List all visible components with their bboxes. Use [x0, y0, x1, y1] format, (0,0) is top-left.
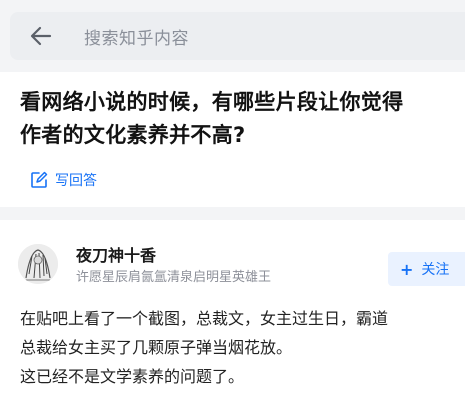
- answer-body[interactable]: 在贴吧上看了一个截图，总裁文，女主过生日，霸道 总裁给女主买了几颗原子弹当烟花放…: [20, 304, 465, 391]
- write-answer-button[interactable]: 写回答: [30, 170, 97, 190]
- question-title-line-1: 看网络小说的时候，有哪些片段让你觉得: [20, 90, 404, 114]
- search-input[interactable]: 搜索知乎内容: [84, 24, 189, 49]
- search-bar[interactable]: 搜索知乎内容: [10, 12, 465, 60]
- follow-label: 关注: [421, 262, 450, 278]
- avatar[interactable]: [18, 244, 58, 284]
- question-title[interactable]: 看网络小说的时候，有哪些片段让你觉得 作者的文化素养并不高?: [20, 86, 465, 152]
- answer-line-1: 在贴吧上看了一个截图，总裁文，女主过生日，霸道: [20, 309, 389, 328]
- write-answer-label: 写回答: [55, 173, 97, 189]
- answer-line-2: 总裁给女主买了几颗原子弹当烟花放。: [20, 338, 293, 357]
- arrow-left-icon[interactable]: [26, 21, 56, 51]
- follow-button[interactable]: + 关注: [388, 252, 465, 286]
- plus-icon: +: [400, 259, 414, 279]
- question-title-line-2: 作者的文化素养并不高?: [20, 123, 246, 147]
- author-name[interactable]: 夜刀神十香: [76, 242, 156, 266]
- section-divider: [0, 207, 465, 220]
- pencil-icon: [30, 171, 48, 189]
- avatar-icon: [18, 244, 58, 284]
- question-card: 看网络小说的时候，有哪些片段让你觉得 作者的文化素养并不高? 写回答: [0, 72, 465, 207]
- zhihu-question-page: 搜索知乎内容 看网络小说的时候，有哪些片段让你觉得 作者的文化素养并不高? 写回…: [0, 0, 465, 416]
- author-bio: 许愿星辰肩氤氲清泉启明星英雄王: [76, 270, 272, 285]
- answer-card: 夜刀神十香 许愿星辰肩氤氲清泉启明星英雄王 + 关注 在贴吧上看了一个截图，总裁…: [0, 220, 465, 416]
- answer-line-3: 这已经不是文学素养的问题了。: [20, 367, 245, 386]
